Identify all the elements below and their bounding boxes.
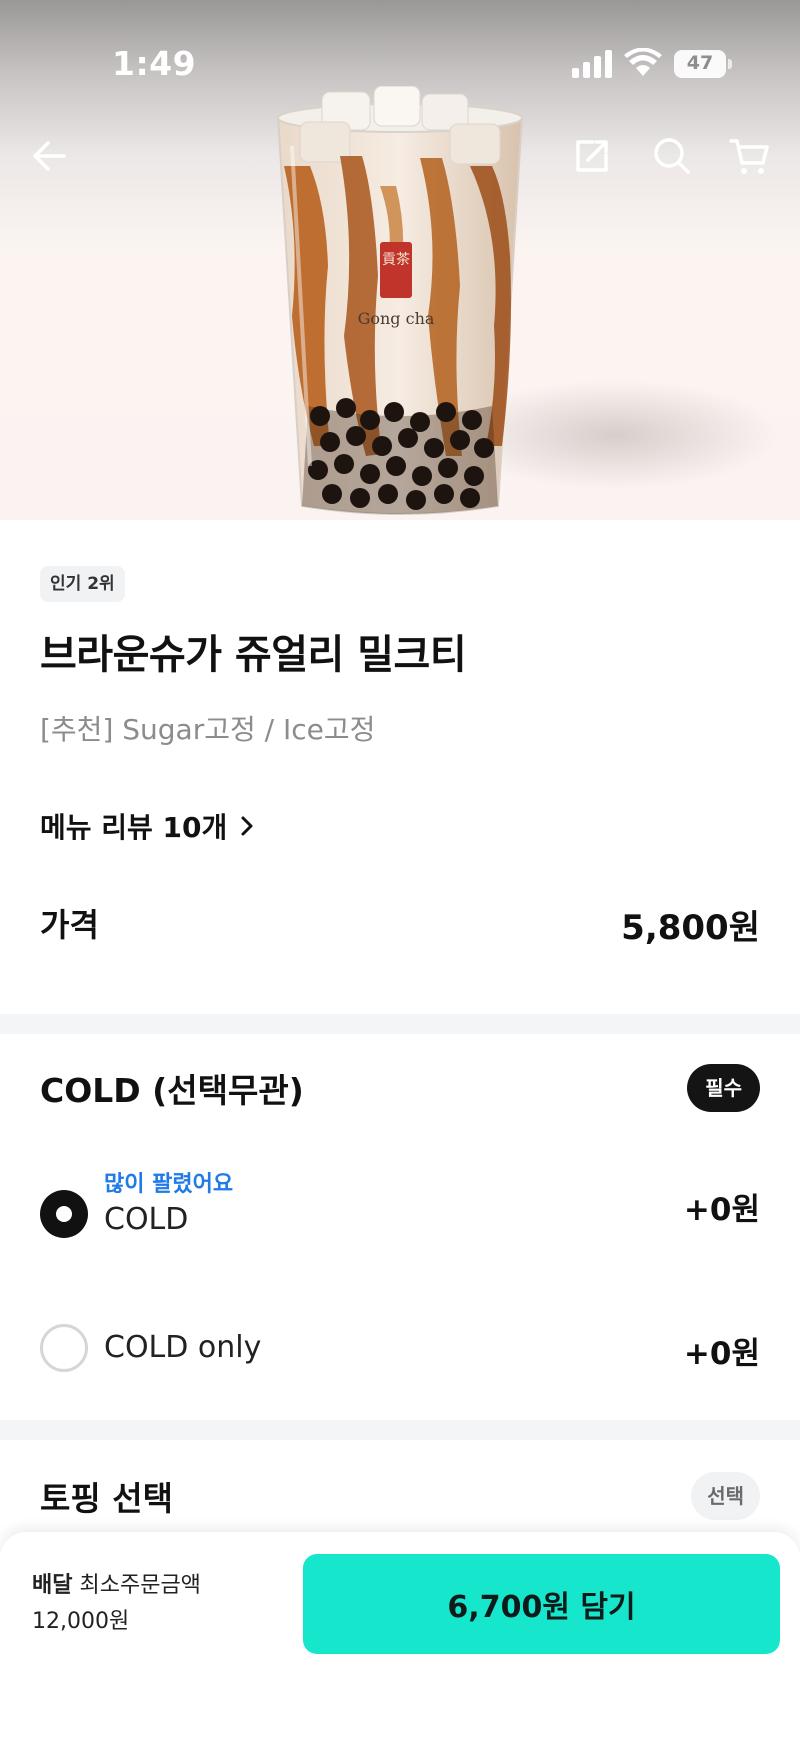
logo-characters: 貢茶 [382,252,410,268]
min-order-label: 최소주문금액 [79,1573,201,1598]
share-button[interactable] [566,130,618,182]
cart-icon [729,139,769,174]
option-cold[interactable]: 많이 팔렸어요 COLD +0원 [0,1166,800,1262]
cellular-signal-icon [572,50,612,78]
option-price: +0원 [683,1192,760,1228]
optional-badge: 선택 [691,1472,760,1520]
share-icon [576,140,608,172]
product-title: 브라운슈가 쥬얼리 밀크티 [40,632,467,678]
section-divider [0,1014,800,1034]
temperature-option-group: COLD (선택무관) 필수 많이 팔렸어요 COLD +0원 COLD onl… [0,1034,800,1420]
delivery-min-order: 배달 최소주문금액 12,000원 [32,1568,201,1640]
option-price: +0원 [683,1336,760,1372]
chevron-right-icon [241,816,253,836]
option-name: COLD [104,1202,189,1237]
menu-review-link[interactable]: 메뉴 리뷰 10개 [40,806,257,846]
status-bar: 1:49 47 [0,0,800,120]
status-time: 1:49 [112,44,197,83]
price-value: 5,800원 [621,908,760,948]
option-group-title: COLD (선택무관) [40,1071,304,1110]
bottom-order-bar: 배달 최소주문금액 12,000원 6,700원 담기 [0,1532,800,1740]
delivery-label: 배달 [32,1573,73,1598]
cart-button[interactable] [724,130,776,182]
required-badge: 필수 [687,1064,760,1112]
search-icon [654,138,690,174]
product-hero-image: 貢茶 Gong cha 1:49 47 [0,0,800,520]
add-to-cart-button[interactable]: 6,700원 담기 [303,1554,780,1654]
menu-review-label: 메뉴 리뷰 10개 [40,811,228,844]
popular-hint: 많이 팔렸어요 [104,1172,234,1197]
price-label: 가격 [40,906,99,944]
battery-icon: 47 [674,50,732,78]
back-button[interactable] [24,130,76,182]
section-divider [0,1420,800,1440]
radio-selected[interactable] [40,1190,88,1238]
search-button[interactable] [646,130,698,182]
rank-badge: 인기 2위 [40,566,125,602]
min-order-amount: 12,000원 [32,1609,130,1634]
arrow-left-icon [33,141,66,171]
radio-unselected[interactable] [40,1324,88,1372]
logo-text: Gong cha [358,309,435,328]
topping-title: 토핑 선택 [40,1479,173,1518]
wifi-icon [624,48,662,76]
bubble-tea-cup-image: 貢茶 Gong cha [276,86,524,515]
battery-level: 47 [686,52,714,74]
product-info: 인기 2위 브라운슈가 쥬얼리 밀크티 [추천] Sugar고정 / Ice고정… [0,520,800,1014]
option-cold-only[interactable]: COLD only +0원 [0,1320,800,1416]
product-description: [추천] Sugar고정 / Ice고정 [40,713,376,746]
option-name: COLD only [104,1330,262,1365]
